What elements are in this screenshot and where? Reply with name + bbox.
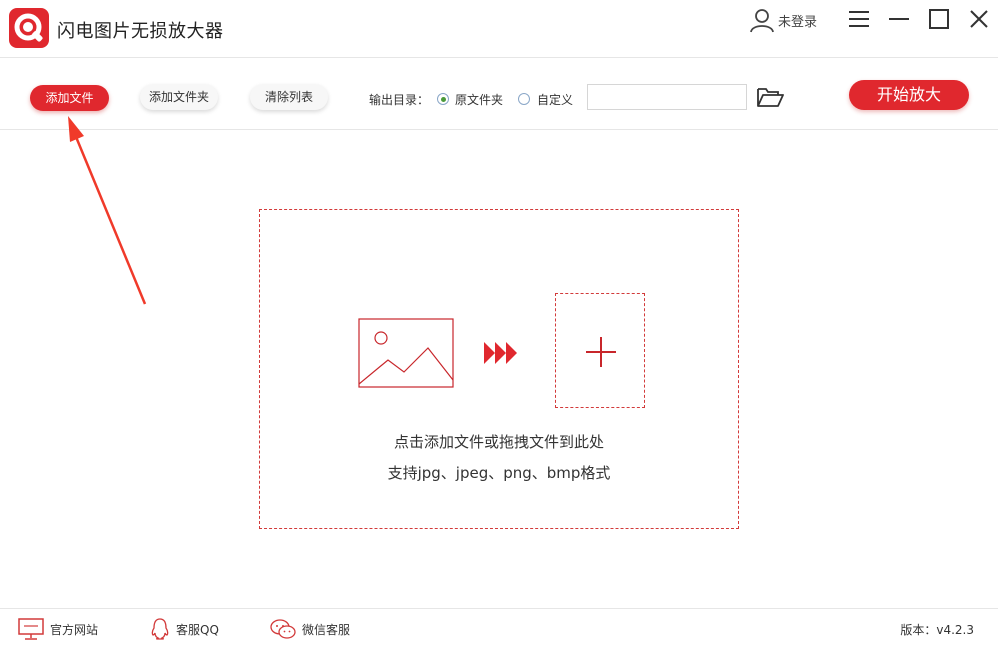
annotation-arrow-icon — [68, 116, 147, 305]
image-icon — [358, 318, 454, 388]
login-label: 未登录 — [778, 14, 818, 30]
minimize-button[interactable] — [888, 8, 910, 30]
website-label: 官方网站 — [50, 622, 99, 637]
qq-icon — [151, 618, 169, 640]
triple-arrow-icon — [484, 342, 517, 364]
wechat-support-link[interactable]: 微信客服 — [270, 618, 350, 640]
footer: 官方网站 客服QQ 微信客服 版本：v4.2.3 — [0, 608, 998, 647]
menu-icon — [849, 11, 869, 27]
minimize-icon — [889, 18, 909, 20]
output-path-input[interactable] — [587, 84, 747, 110]
maximize-icon — [929, 9, 949, 29]
clear-list-button[interactable]: 清除列表 — [250, 84, 328, 110]
radio-original-folder[interactable] — [437, 93, 449, 105]
login-button[interactable]: 未登录 — [749, 6, 817, 34]
browse-folder-button[interactable] — [756, 86, 784, 108]
radio-original-label[interactable]: 原文件夹 — [455, 91, 503, 108]
version-label: 版本：v4.2.3 — [900, 623, 974, 637]
radio-custom-label[interactable]: 自定义 — [537, 91, 573, 108]
qq-support-link[interactable]: 客服QQ — [150, 618, 219, 640]
maximize-button[interactable] — [928, 8, 950, 30]
monitor-icon — [18, 618, 44, 640]
qq-label: 客服QQ — [176, 622, 219, 637]
website-link[interactable]: 官方网站 — [18, 618, 98, 640]
menu-button[interactable] — [848, 8, 870, 30]
drop-hint-text: 点击添加文件或拖拽文件到此处 — [393, 433, 604, 451]
app-title: 闪电图片无损放大器 — [57, 21, 224, 42]
output-dir-label: 输出目录： — [369, 93, 430, 107]
app-logo-icon — [9, 8, 49, 48]
add-folder-button[interactable]: 添加文件夹 — [140, 84, 218, 110]
radio-custom[interactable] — [518, 93, 530, 105]
wechat-icon — [270, 619, 296, 639]
user-icon — [750, 9, 774, 33]
wechat-label: 微信客服 — [302, 622, 351, 637]
plus-icon — [586, 337, 616, 367]
title-bar: 闪电图片无损放大器 未登录 — [0, 0, 998, 58]
close-icon — [970, 10, 988, 28]
add-image-placeholder[interactable] — [555, 293, 645, 408]
drop-zone[interactable]: 点击添加文件或拖拽文件到此处 支持jpg、jpeg、png、bmp格式 — [259, 209, 739, 529]
start-enlarge-button[interactable]: 开始放大 — [849, 80, 969, 110]
supported-formats-text: 支持jpg、jpeg、png、bmp格式 — [387, 464, 611, 482]
add-file-button[interactable]: 添加文件 — [30, 85, 109, 111]
close-button[interactable] — [968, 8, 990, 30]
folder-open-icon — [757, 88, 784, 107]
